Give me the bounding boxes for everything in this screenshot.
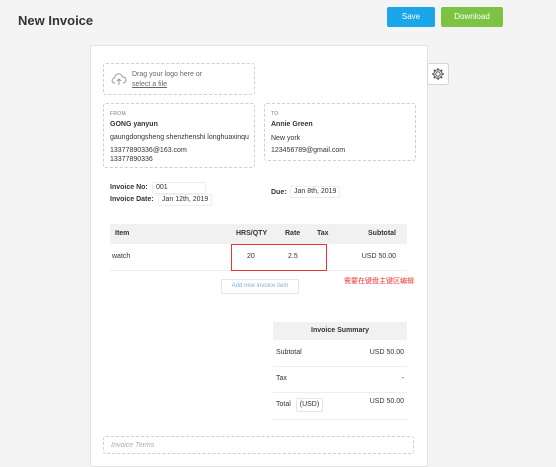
save-button[interactable]: Save [387,7,435,27]
summary-total-value: USD 50.00 [369,398,404,405]
to-address[interactable]: New york [271,134,300,144]
summary-tax-value: - [401,375,404,382]
invoice-no-label: Invoice No: [110,184,148,191]
col-subtotal: Subtotal [368,230,396,237]
settings-button[interactable] [427,63,449,85]
col-rate: Rate [285,230,301,237]
summary-tax-row: Tax - [273,366,407,393]
summary-subtotal-row: Subtotal USD 50.00 [273,340,407,367]
summary-total-label: Total [276,401,291,408]
from-section[interactable]: FROM GONG yanyun gaungdongsheng shenzhen… [103,103,255,168]
summary-subtotal-value: USD 50.00 [369,349,404,356]
from-label: FROM [110,111,126,117]
due-label: Due: [271,189,287,196]
invoice-terms-field[interactable]: Invoice Terms [103,436,414,454]
from-name[interactable]: GONG yanyun [110,120,158,130]
summary-total-row: Total (USD) USD 50.00 [273,392,407,420]
annotation-note: 需要在键盘主键区编辑 [344,278,414,285]
summary-total-label-group: Total (USD) [276,392,324,418]
page-title: New Invoice [18,13,94,28]
annotation-highlight-box [231,244,327,271]
logo-hint-text: Drag your logo here or [132,71,203,78]
currency-selector[interactable]: (USD) [295,398,324,412]
invoice-date-input[interactable]: Jan 12th, 2019 [158,194,213,206]
from-address[interactable]: gaungdongsheng shenzhenshi longhuaxinqu [110,133,249,143]
to-label: TO [271,111,279,117]
gear-icon [431,67,445,81]
invoice-no-input[interactable]: 001 [152,182,206,194]
row-subtotal: USD 50.00 [361,253,396,260]
invoice-date-label: Invoice Date: [110,196,154,203]
to-name[interactable]: Annie Green [271,120,313,130]
to-email[interactable]: 123456789@gmail.com [271,146,345,156]
from-phone[interactable]: 13377890336 [110,155,153,165]
select-file-link[interactable]: select a file [132,80,202,90]
summary-subtotal-label: Subtotal [276,349,302,356]
col-item: Item [115,230,130,237]
due-date-input[interactable]: Jan 8th, 2019 [290,186,341,198]
invoice-summary-title: Invoice Summary [273,322,407,340]
items-table-header: Item HRS/QTY Rate Tax Subtotal [110,224,407,244]
summary-tax-label: Tax [276,375,287,382]
download-button[interactable]: Download [441,7,503,27]
to-section[interactable]: TO Annie Green New york 123456789@gmail.… [264,103,416,161]
col-tax: Tax [317,230,329,237]
add-invoice-item-button[interactable]: Add new invoice item [221,279,299,294]
col-qty: HRS/QTY [236,230,268,237]
row-item[interactable]: watch [112,244,130,270]
cloud-upload-icon [111,73,127,85]
logo-upload-area[interactable]: Drag your logo here or select a file [103,63,255,95]
